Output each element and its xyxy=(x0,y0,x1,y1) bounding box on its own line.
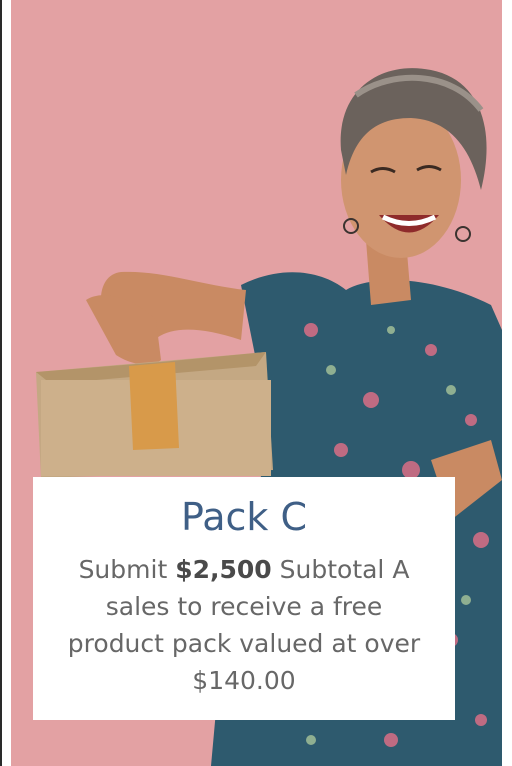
promo-text-before: Submit xyxy=(78,555,176,584)
promo-title: Pack C xyxy=(180,495,307,539)
right-margin xyxy=(502,0,512,766)
promo-card: Pack C Submit $2,500 Subtotal A sales to… xyxy=(33,477,455,720)
promo-description: Submit $2,500 Subtotal A sales to receiv… xyxy=(54,551,434,699)
promo-amount: $2,500 xyxy=(175,555,272,584)
promo-page: Pack C Submit $2,500 Subtotal A sales to… xyxy=(0,0,512,766)
left-margin xyxy=(2,0,11,766)
